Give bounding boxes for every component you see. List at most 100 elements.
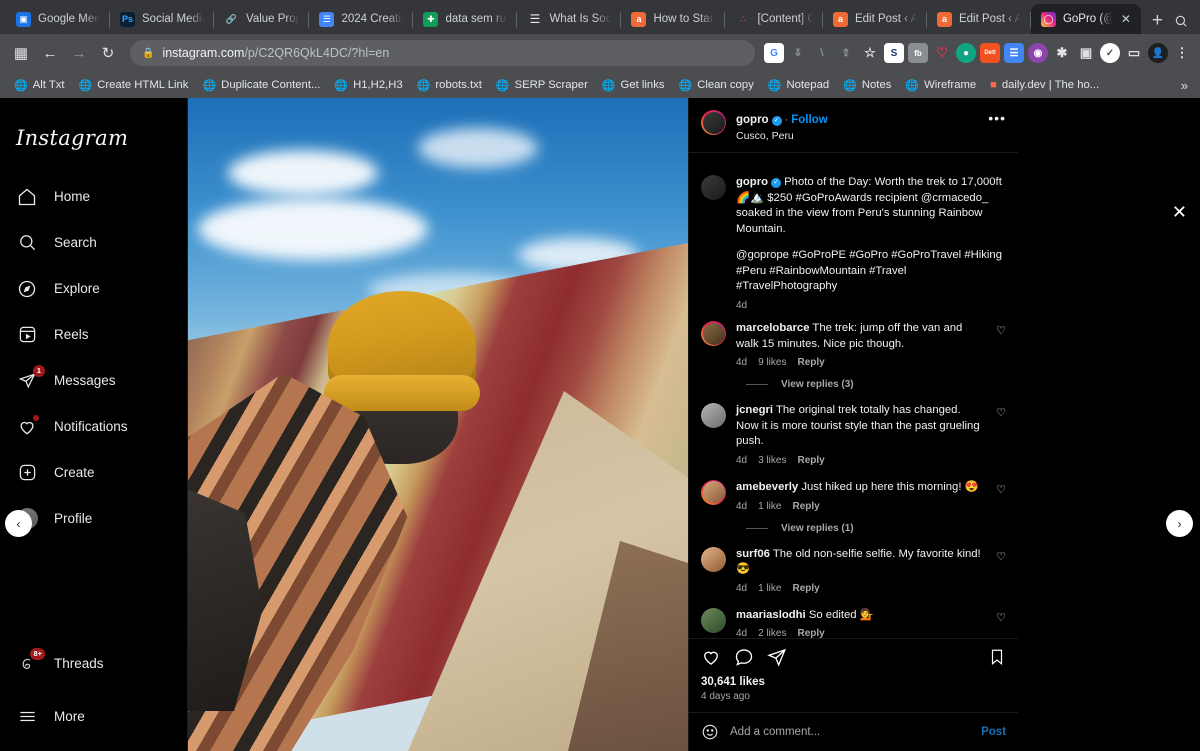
bookmark-item[interactable]: 🌐 H1,H2,H3	[328, 77, 408, 94]
caption-author[interactable]: gopro	[736, 176, 768, 188]
bookmark-item[interactable]: 🌐 Notepad	[762, 77, 835, 94]
purple-icon[interactable]: ◉	[1028, 43, 1048, 63]
sidebar-item-more[interactable]: More	[0, 698, 187, 735]
semrush-icon[interactable]: S	[884, 43, 904, 63]
share-icon[interactable]: ⇧	[836, 43, 856, 63]
comment-reply-button[interactable]: Reply	[797, 628, 824, 638]
comment-reply-button[interactable]: Reply	[797, 357, 824, 368]
comment-avatar[interactable]	[701, 321, 726, 347]
comment-reply-button[interactable]: Reply	[797, 455, 824, 466]
comment-username[interactable]: jcnegri	[736, 404, 773, 416]
like-comment-icon[interactable]: ♡	[996, 480, 1006, 512]
follow-button[interactable]: Follow	[791, 114, 827, 126]
forward-button[interactable]: →	[66, 40, 92, 66]
comment-avatar[interactable]	[701, 607, 726, 633]
close-tab-icon[interactable]: ✕	[1121, 12, 1131, 26]
install-icon[interactable]: ⇩	[788, 43, 808, 63]
comment-avatar[interactable]	[701, 403, 726, 429]
comment-icon[interactable]	[734, 647, 754, 667]
author-username[interactable]: gopro	[736, 114, 769, 126]
address-bar[interactable]: 🔒 instagram.com/p/C2QR6QkL4DC/?hl=en	[130, 40, 755, 66]
profile-avatar-icon[interactable]: 👤	[1148, 43, 1168, 63]
like-icon[interactable]	[701, 647, 721, 667]
emoji-smiley-icon[interactable]	[701, 723, 719, 741]
view-replies-button[interactable]: View replies (1)	[746, 523, 1006, 534]
post-options-button[interactable]: •••	[988, 110, 1006, 126]
post-comment-button[interactable]: Post	[981, 726, 1006, 738]
sidebar-item-threads[interactable]: 8+ Threads	[0, 645, 187, 682]
bookmark-item[interactable]: 🌐 Get links	[596, 77, 671, 94]
reload-button[interactable]: ↻	[95, 40, 121, 66]
split-view-icon[interactable]: ▭	[1124, 43, 1144, 63]
bookmark-item[interactable]: 🌐 Wireframe	[899, 77, 982, 94]
browser-tab[interactable]: ▣ Google Meet	[6, 4, 110, 34]
comment-likes[interactable]: 1 like	[758, 501, 781, 512]
bookmark-item[interactable]: 🌐 Alt Txt	[8, 77, 71, 94]
detailed-icon[interactable]: Detl	[980, 43, 1000, 63]
comments-scroll-area[interactable]: gopro ✓ Photo of the Day: Worth the trek …	[689, 153, 1018, 638]
like-comment-icon[interactable]: ♡	[996, 608, 1006, 638]
close-modal-button[interactable]: ✕	[1172, 202, 1187, 223]
share-icon[interactable]	[767, 647, 787, 667]
browser-tab[interactable]: a How to Start a	[621, 4, 726, 34]
comment-username[interactable]: marcelobarce	[736, 322, 809, 334]
likes-count[interactable]: 30,641 likes	[701, 676, 1006, 688]
bookmark-icon[interactable]	[988, 648, 1006, 666]
bookmark-item[interactable]: 🌐 SERP Scraper	[490, 77, 594, 94]
bookmark-item[interactable]: ■ daily.dev | The ho...	[984, 77, 1105, 93]
comment-avatar[interactable]	[701, 546, 726, 572]
bookmark-item[interactable]: 🌐 robots.txt	[411, 77, 488, 94]
next-post-button[interactable]: ›	[1166, 510, 1193, 537]
chrome-menu-icon[interactable]: ⋮	[1172, 43, 1192, 63]
zoom-out-icon[interactable]: ⧵	[812, 43, 832, 63]
sidebar-item-search[interactable]: Search	[0, 224, 187, 261]
add-comment-input[interactable]	[730, 726, 971, 738]
sidebar-item-notifications[interactable]: Notifications	[0, 408, 187, 445]
tab-search-icon[interactable]	[1174, 14, 1200, 34]
comment-avatar[interactable]	[701, 479, 726, 505]
comment-username[interactable]: surf06	[736, 548, 770, 560]
bookmark-item[interactable]: 🌐 Clean copy	[673, 77, 760, 94]
sidebar-item-home[interactable]: Home	[0, 178, 187, 215]
comment-reply-button[interactable]: Reply	[792, 583, 819, 594]
bookmark-item[interactable]: 🌐 Duplicate Content...	[196, 77, 326, 94]
browser-tab[interactable]: ✚ data sem rush	[413, 4, 518, 34]
like-comment-icon[interactable]: ♡	[996, 403, 1006, 466]
previous-post-button[interactable]: ‹	[5, 510, 32, 537]
bookmark-item[interactable]: 🌐 Notes	[837, 77, 897, 94]
shield-icon[interactable]: ✓	[1100, 43, 1120, 63]
like-comment-icon[interactable]: ♡	[996, 321, 1006, 368]
caption-avatar[interactable]	[701, 175, 726, 200]
browser-tab-active[interactable]: ◯ GoPro (@ ✕	[1030, 4, 1141, 34]
comment-reply-button[interactable]: Reply	[792, 501, 819, 512]
browser-tab[interactable]: ☰ 2024 Creative	[309, 4, 414, 34]
sidebar-item-reels[interactable]: Reels	[0, 316, 187, 353]
browser-tab[interactable]: a Edit Post ‹ Ag	[927, 4, 1031, 34]
grammarly-icon[interactable]: ●	[956, 43, 976, 63]
view-replies-button[interactable]: View replies (3)	[746, 379, 1006, 390]
sidepanel-toggle-icon[interactable]: ▦	[8, 40, 34, 66]
comment-username[interactable]: maariaslodhi	[736, 609, 806, 621]
comment-likes[interactable]: 3 likes	[758, 455, 786, 466]
bookmark-item[interactable]: 🌐 Create HTML Link	[73, 77, 195, 94]
browser-tab[interactable]: 🔗 Value Prop	[214, 4, 310, 34]
like-comment-icon[interactable]: ♡	[996, 547, 1006, 594]
back-button[interactable]: ←	[37, 40, 63, 66]
browser-tab[interactable]: a Edit Post ‹ Ag	[823, 4, 927, 34]
comment-likes[interactable]: 1 like	[758, 583, 781, 594]
sidebar-item-explore[interactable]: Explore	[0, 270, 187, 307]
post-location[interactable]: Cusco, Peru	[736, 130, 828, 142]
bookmarks-overflow-button[interactable]: »	[1181, 78, 1192, 93]
google-icon[interactable]: G	[764, 43, 784, 63]
instagram-logo[interactable]: Instagram	[0, 112, 187, 150]
browser-tab[interactable]: ∴ [Content] C	[725, 4, 823, 34]
sidebar-item-messages[interactable]: 1 Messages	[0, 362, 187, 399]
comment-username[interactable]: amebeverly	[736, 481, 798, 493]
docs-icon[interactable]: ☰	[1004, 43, 1024, 63]
lastpass-icon[interactable]: ♡	[932, 43, 952, 63]
comment-likes[interactable]: 2 likes	[758, 628, 786, 638]
comment-likes[interactable]: 9 likes	[758, 357, 786, 368]
new-tab-button[interactable]: +	[1141, 11, 1174, 34]
extensions-puzzle-icon[interactable]: ✱	[1052, 43, 1072, 63]
browser-tab[interactable]: Ps Social Media C	[110, 4, 214, 34]
